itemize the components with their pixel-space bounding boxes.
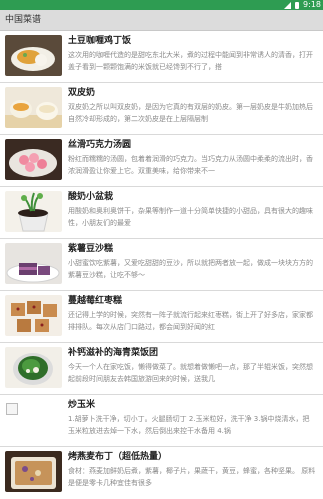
broken-image-icon	[6, 403, 18, 415]
app-title-bar: 中国菜谱	[0, 10, 323, 31]
status-icons: 9:18	[284, 0, 321, 10]
recipe-description: 食材：燕麦加鲜奶后煮，紫薯，椰子片，果蔬干，黄豆，蜂蜜，各种坚果。 原料是便是零…	[68, 467, 316, 487]
recipe-thumbnail	[5, 35, 62, 76]
recipe-thumbnail	[5, 191, 62, 232]
recipe-title: 土豆咖喱鸡丁饭	[68, 36, 132, 46]
page-title: 中国菜谱	[5, 15, 42, 25]
recipe-description: 这次用的咖喱代造的是甜吃东北大米，煮的过程中能闻到非常诱人的清香，打开盖子看到一…	[68, 51, 313, 71]
status-bar: 9:18	[0, 0, 323, 10]
recipe-title: 烤燕麦布丁（超低热量）	[68, 452, 168, 462]
recipe-title: 双皮奶	[68, 88, 96, 98]
recipe-list-item[interactable]: 双皮奶 双皮奶之所以叫双皮奶，是因为它真的有双层的奶皮。第一层奶皮是牛奶加热后自…	[0, 83, 323, 135]
recipe-list-item[interactable]: 炒玉米 1.胡萝卜洗干净，切小丁。火腿肠切丁 2.玉米粒好，洗干净 3.锅中烧清…	[0, 395, 323, 447]
recipe-list-item[interactable]: 酸奶小盆栽 用酸奶和奥利奥饼干，杂果等制作一道十分简单快捷的小甜品，具有很大的趣…	[0, 187, 323, 239]
recipe-description: 双皮奶之所以叫双皮奶，是因为它真的有双层的奶皮。第一层奶皮是牛奶加热后自然冷却形…	[68, 103, 313, 123]
recipe-thumbnail	[5, 87, 62, 128]
status-time: 9:18	[303, 0, 321, 9]
recipe-list-item[interactable]: 烤燕麦布丁（超低热量） 食材：燕麦加鲜奶后煮，紫薯，椰子片，果蔬干，黄豆，蜂蜜，…	[0, 447, 323, 499]
signal-icon	[284, 1, 292, 9]
recipe-list-item[interactable]: 紫薯豆沙糕 小甜蜜饮吃紫薯，又爱吃甜甜的豆沙，所以就把两者放一起，做成一块块方方…	[0, 239, 323, 291]
recipe-thumbnail	[5, 295, 62, 336]
recipe-description: 用酸奶和奥利奥饼干，杂果等制作一道十分简单快捷的小甜品，具有很大的趣味性，小朋友…	[68, 207, 313, 227]
recipe-thumbnail	[5, 139, 62, 180]
recipe-list-item[interactable]: 蔓越莓红枣糕 还记得上学的时候，突然有一阵子就流行起来红枣糕，街上开了好多店，家…	[0, 291, 323, 343]
recipe-thumbnail	[5, 347, 62, 388]
recipe-thumbnail	[5, 451, 62, 492]
recipe-list-item[interactable]: 补钙滋补的海青菜饭团 今天一个人在家吃饭，懒得做菜了。就想着做懒吧一点，那了半辊…	[0, 343, 323, 395]
recipe-list-item[interactable]: 土豆咖喱鸡丁饭 这次用的咖喱代造的是甜吃东北大米，煮的过程中能闻到非常诱人的清香…	[0, 31, 323, 83]
recipe-title: 丝滑巧克力汤圆	[68, 140, 132, 150]
recipe-description: 粉红而糯糯的汤圆，包着着润滑的巧克力。当巧克力从汤圆中柔柔的流出时，香浓润滑盈让…	[68, 155, 313, 175]
recipe-title: 炒玉米	[68, 400, 96, 410]
recipe-title: 酸奶小盆栽	[68, 192, 114, 202]
recipe-description: 今天一个人在家吃饭，懒得做菜了。就想着做懒吧一点，那了半辊米饭，突然想起前段时间…	[68, 363, 313, 383]
recipe-title: 紫薯豆沙糕	[68, 244, 114, 254]
recipe-description: 1.胡萝卜洗干净，切小丁。火腿肠切丁 2.玉米粒好，洗干净 3.锅中烧清水，把玉…	[68, 415, 310, 435]
recipe-title: 补钙滋补的海青菜饭团	[68, 348, 159, 358]
recipe-description: 小甜蜜饮吃紫薯，又爱吃甜甜的豆沙，所以就把两者放一起，做成一块块方方的紫薯豆沙糕…	[68, 259, 313, 279]
recipe-thumbnail	[5, 243, 62, 284]
recipe-description: 还记得上学的时候，突然有一阵子就流行起来红枣糕，街上开了好多店，家家都排排队。每…	[68, 311, 313, 331]
recipe-title: 蔓越莓红枣糕	[68, 296, 123, 306]
recipe-list-item[interactable]: 丝滑巧克力汤圆 粉红而糯糯的汤圆，包着着润滑的巧克力。当巧克力从汤圆中柔柔的流出…	[0, 135, 323, 187]
battery-icon	[295, 1, 300, 9]
